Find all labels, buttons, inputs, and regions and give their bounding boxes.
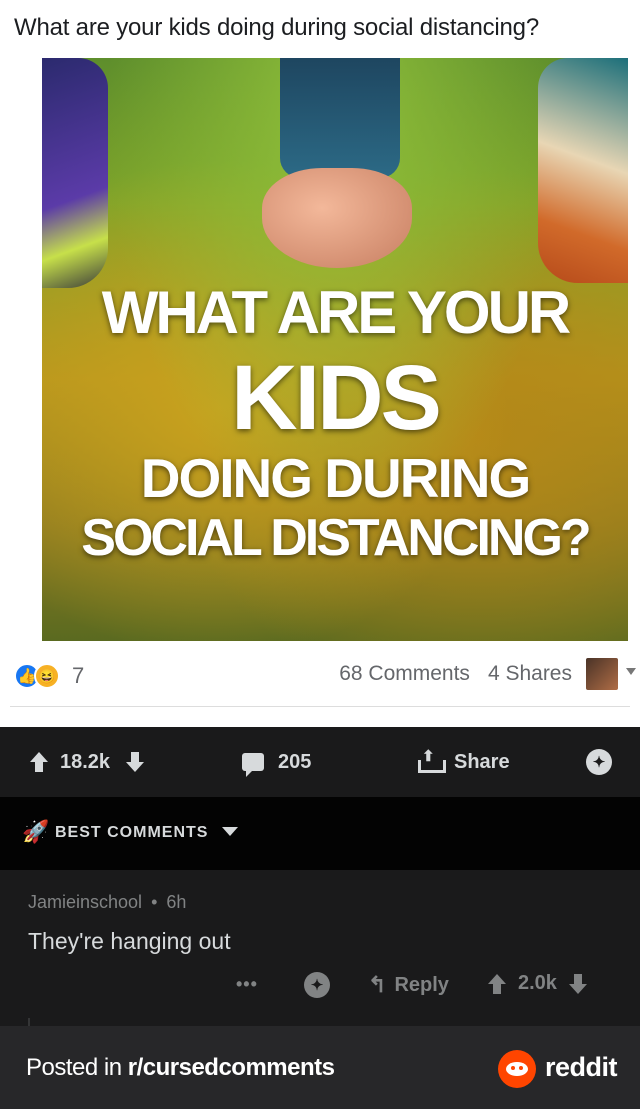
- posted-prefix: Posted in: [26, 1054, 128, 1081]
- award-icon: ✦: [586, 749, 612, 775]
- post-question: What are your kids doing during social d…: [14, 14, 539, 41]
- post-image[interactable]: WHAT ARE YOUR KIDS DOING DURING SOCIAL D…: [42, 58, 628, 641]
- headline-line-1: WHAT ARE YOUR: [101, 279, 572, 346]
- share-label: Share: [454, 750, 510, 773]
- comment-icon: [242, 753, 264, 777]
- shares-count-link[interactable]: 4 Shares: [488, 662, 572, 686]
- downvote-icon[interactable]: [568, 973, 587, 994]
- reply-icon: ↰: [368, 972, 387, 997]
- footer-banner: Posted in r/cursedcomments reddit: [0, 1026, 640, 1109]
- thread-line: [28, 1018, 30, 1026]
- chevron-down-icon[interactable]: [626, 668, 636, 675]
- comments-button[interactable]: 205: [242, 727, 311, 797]
- comment-award-button[interactable]: ✦: [304, 972, 330, 998]
- comment-body: They're hanging out: [28, 928, 231, 954]
- reactions[interactable]: 👍 😆 7: [14, 662, 84, 690]
- subreddit-link[interactable]: r/cursedcomments: [128, 1054, 335, 1081]
- award-icon: ✦: [304, 972, 330, 998]
- comment: Jamieinschool • 6h They're hanging out •…: [0, 870, 640, 1026]
- child-feet: [262, 168, 412, 268]
- upvote-icon[interactable]: [30, 752, 48, 772]
- sneaker-right: [538, 58, 628, 283]
- rocket-icon: 🚀: [22, 819, 51, 844]
- comment-vote-group: 2.0k: [488, 972, 587, 995]
- headline-line-4: SOCIAL DISTANCING?: [81, 509, 591, 567]
- reply-button[interactable]: ↰ Reply: [368, 972, 449, 998]
- post-action-bar: 18.2k 205 Share ✦: [0, 727, 640, 797]
- post-score: 18.2k: [60, 750, 111, 773]
- comments-count-link[interactable]: 68 Comments: [339, 662, 470, 686]
- comment-actions: ••• ✦ ↰ Reply 2.0k: [0, 968, 640, 1008]
- share-button[interactable]: Share: [418, 727, 510, 797]
- reddit-logo-icon: [498, 1050, 536, 1088]
- upvote-icon[interactable]: [488, 973, 506, 994]
- comment-meta: Jamieinschool • 6h: [28, 892, 186, 913]
- comment-author[interactable]: Jamieinschool: [28, 892, 142, 912]
- sneaker-left: [42, 58, 108, 288]
- post-vote-group: 18.2k: [30, 727, 145, 797]
- comment-count: 205: [278, 750, 312, 773]
- facebook-post: What are your kids doing during social d…: [0, 0, 640, 727]
- reaction-count: 7: [72, 663, 85, 688]
- chevron-down-icon: [222, 827, 238, 836]
- posted-in-text: Posted in r/cursedcomments: [26, 1054, 335, 1082]
- haha-icon: 😆: [34, 663, 60, 689]
- headline-line-3: DOING DURING: [140, 447, 532, 509]
- sort-label: BEST COMMENTS: [55, 824, 209, 841]
- child-jeans: [280, 58, 400, 178]
- comment-age: 6h: [166, 892, 187, 912]
- avatar[interactable]: [586, 658, 618, 690]
- comment-sort-dropdown[interactable]: 🚀 BEST COMMENTS: [0, 797, 640, 870]
- share-icon: [418, 747, 446, 773]
- comment-score: 2.0k: [518, 972, 557, 994]
- post-stats: 68 Comments 4 Shares: [339, 662, 572, 686]
- meta-separator: •: [151, 892, 158, 912]
- divider: [10, 706, 630, 707]
- award-button[interactable]: ✦: [586, 727, 612, 797]
- reply-label: Reply: [394, 973, 449, 996]
- headline-line-2: KIDS: [231, 347, 442, 449]
- image-headline: WHAT ARE YOUR KIDS DOING DURING SOCIAL D…: [42, 278, 628, 568]
- downvote-icon[interactable]: [126, 752, 145, 772]
- more-options-button[interactable]: •••: [236, 974, 258, 995]
- reddit-wordmark: reddit: [545, 1052, 618, 1082]
